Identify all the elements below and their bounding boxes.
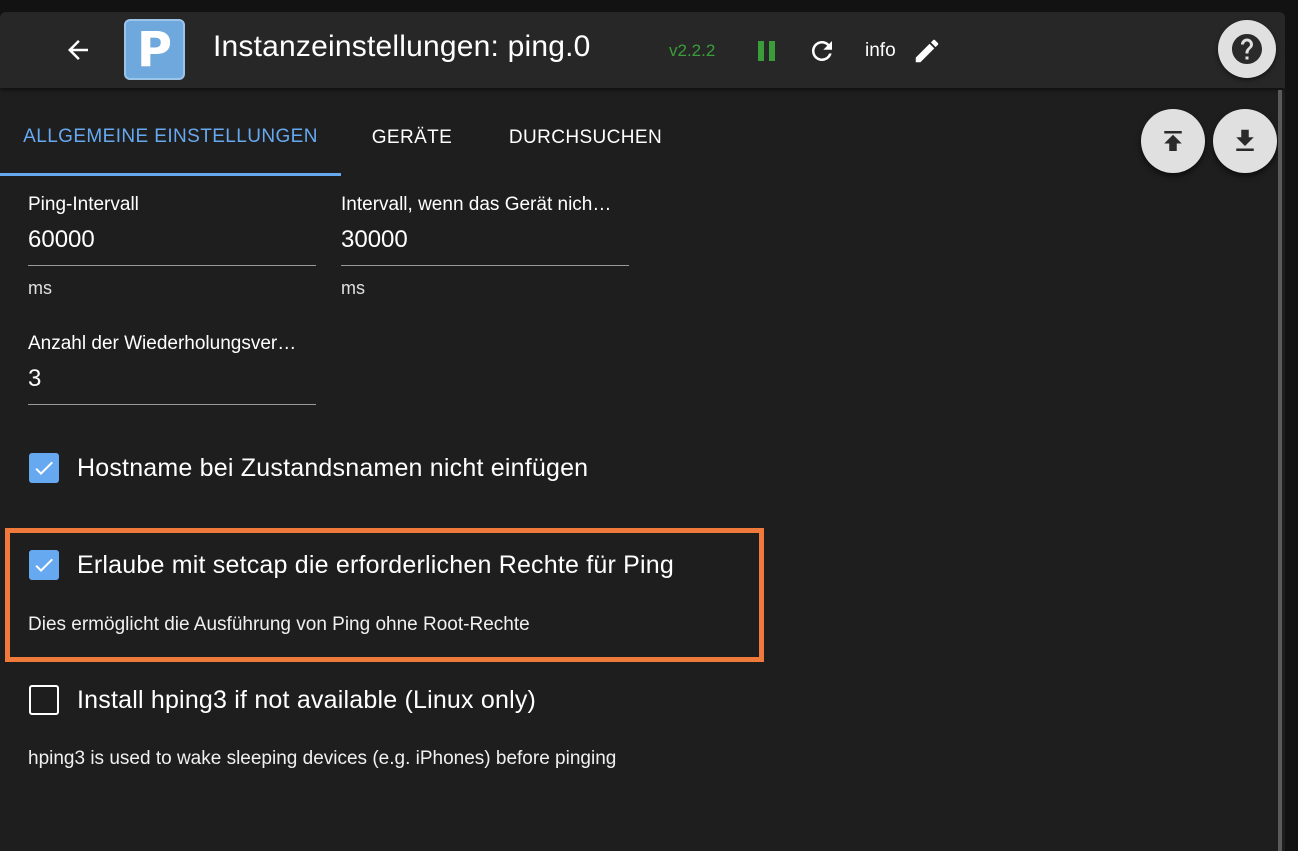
download-settings-button[interactable] — [1213, 109, 1277, 173]
download-icon — [1236, 129, 1254, 151]
tab-general-settings[interactable]: ALLGEMEINE EINSTELLUNGEN — [0, 100, 341, 176]
pause-button[interactable] — [755, 39, 779, 63]
checkmark-icon — [35, 558, 53, 572]
arrow-left-icon — [68, 40, 88, 60]
help-button[interactable] — [1218, 20, 1276, 78]
hping3-help-text: hping3 is used to wake sleeping devices … — [28, 748, 617, 769]
instance-settings-window: P Instanzeinstellungen: ping.0 v2.2.2 in… — [0, 12, 1285, 851]
unreachable-interval-label: Intervall, wenn das Gerät nich… — [341, 194, 612, 215]
setcap-checkbox[interactable] — [29, 550, 59, 580]
help-circle-icon — [1232, 34, 1262, 64]
version-label: v2.2.2 — [669, 41, 716, 60]
tab-search[interactable]: DURCHSUCHEN — [483, 100, 688, 176]
upload-to-top-icon — [1164, 131, 1182, 151]
setcap-help-text: Dies ermöglicht die Ausführung von Ping … — [28, 614, 530, 635]
ping-interval-unit: ms — [28, 278, 52, 298]
retries-input[interactable]: 3 — [28, 365, 316, 405]
top-bar: P Instanzeinstellungen: ping.0 v2.2.2 in… — [0, 12, 1285, 88]
highlight-frame — [5, 528, 764, 662]
unreachable-interval-field: Intervall, wenn das Gerät nich… 30000 ms — [341, 194, 629, 299]
unreachable-interval-input[interactable]: 30000 — [341, 226, 629, 266]
pause-icon — [758, 41, 775, 61]
edit-log-level-button[interactable] — [912, 36, 942, 66]
hping3-checkbox[interactable] — [29, 685, 59, 715]
unreachable-interval-unit: ms — [341, 278, 365, 298]
adapter-logo: P — [124, 19, 185, 80]
hping3-label: Install hping3 if not available (Linux o… — [77, 685, 537, 714]
pencil-icon — [915, 39, 939, 63]
checkmark-icon — [35, 461, 53, 475]
no-hostname-label: Hostname bei Zustandsnamen nicht einfüge… — [77, 453, 589, 482]
page-title: Instanzeinstellungen: ping.0 — [213, 30, 591, 63]
ping-interval-input[interactable]: 60000 — [28, 226, 316, 266]
setcap-option: Erlaube mit setcap die erforderlichen Re… — [29, 550, 674, 580]
ping-interval-label: Ping-Intervall — [28, 194, 139, 215]
back-button[interactable] — [58, 32, 98, 68]
scrollbar[interactable] — [1278, 90, 1282, 851]
retries-field: Anzahl der Wiederholungsver… 3 — [28, 333, 316, 405]
log-level-label[interactable]: info — [865, 40, 896, 62]
upload-settings-button[interactable] — [1141, 109, 1205, 173]
no-hostname-option: Hostname bei Zustandsnamen nicht einfüge… — [29, 453, 588, 483]
ping-interval-field: Ping-Intervall 60000 ms — [28, 194, 316, 299]
tab-devices[interactable]: GERÄTE — [341, 100, 483, 176]
retries-label: Anzahl der Wiederholungsver… — [28, 333, 297, 354]
logo-letter: P — [136, 21, 173, 78]
refresh-button[interactable] — [807, 36, 837, 66]
tab-bar: ALLGEMEINE EINSTELLUNGEN GERÄTE DURCHSUC… — [0, 100, 700, 176]
no-hostname-checkbox[interactable] — [29, 453, 59, 483]
refresh-icon — [812, 41, 832, 61]
setcap-label: Erlaube mit setcap die erforderlichen Re… — [77, 550, 675, 579]
hping3-option: Install hping3 if not available (Linux o… — [29, 685, 536, 715]
